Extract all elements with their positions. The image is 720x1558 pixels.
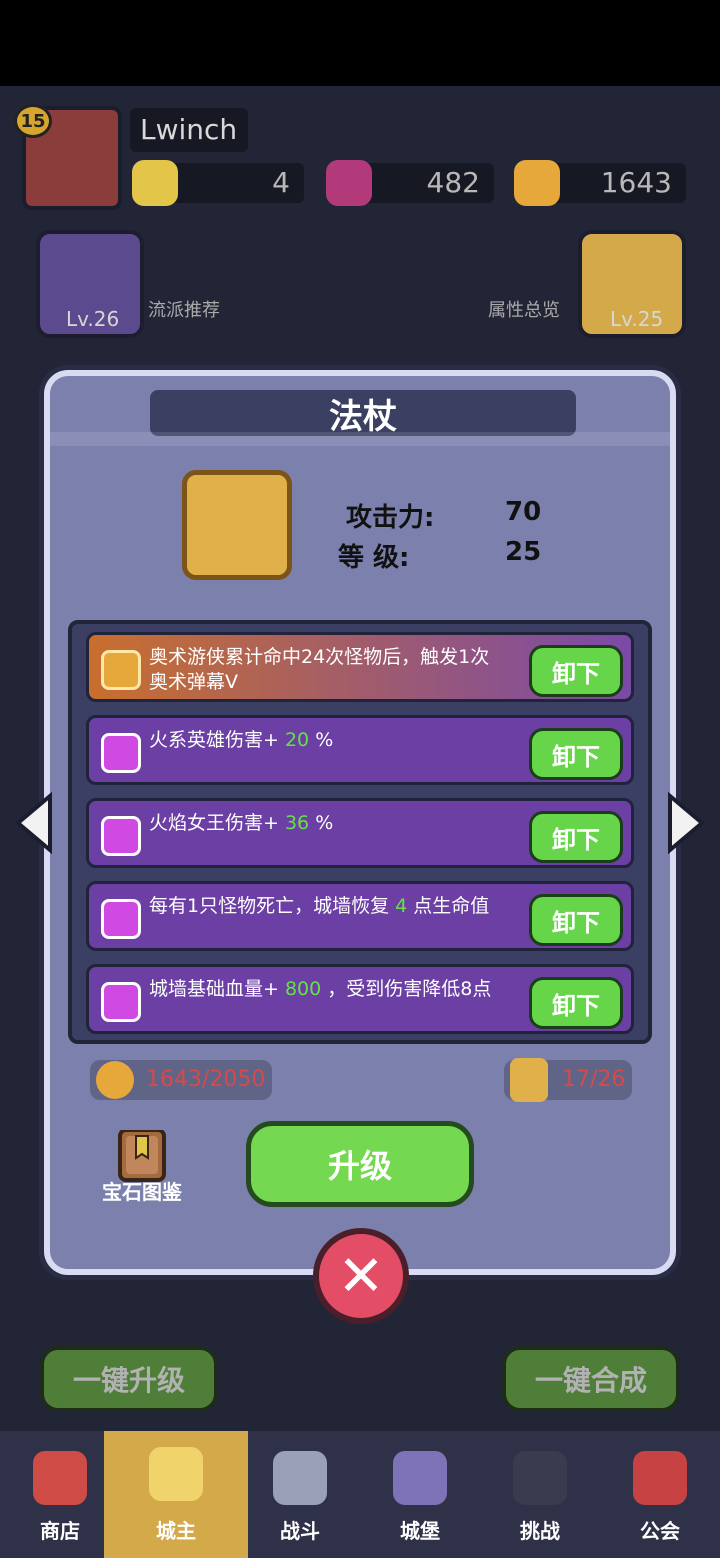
- ability-text: 火焰女王伤害+ 36 %: [149, 811, 501, 836]
- tab-shop[interactable]: 商店: [0, 1431, 120, 1558]
- resource-value: 4: [272, 166, 290, 199]
- modal-title: 法杖: [150, 390, 576, 437]
- level-label: 等 级:: [338, 543, 410, 573]
- ability-text-prefix: 城墙基础血量+: [149, 978, 279, 1000]
- resource-value: 482: [426, 166, 480, 199]
- ability-text-suffix: %: [315, 729, 334, 751]
- coin-icon: [96, 1061, 134, 1099]
- ability-text: 城墙基础血量+ 800 ，受到伤害降低8点: [149, 977, 501, 1002]
- bottom-tab-bar: 商店 城主 战斗 城堡 挑战 公会: [0, 1431, 720, 1558]
- scroll-icon: [510, 1058, 548, 1102]
- tab-guild[interactable]: 公会: [600, 1431, 720, 1558]
- ability-text-value: 4: [395, 895, 408, 917]
- close-button[interactable]: ✕: [313, 1228, 409, 1324]
- ability-row: 每有1只怪物死亡，城墙恢复 4 点生命值 卸下: [86, 881, 634, 951]
- player-level-badge: 15: [14, 104, 52, 138]
- ability-text-value: 20: [284, 729, 310, 751]
- resource-value: 1643: [600, 166, 672, 199]
- prev-item-button[interactable]: [12, 791, 54, 855]
- ability-row: 火系英雄伤害+ 20 % 卸下: [86, 715, 634, 785]
- ability-text-suffix: ，受到伤害降低8点: [327, 978, 492, 1000]
- tab-label: 战斗: [280, 1519, 320, 1543]
- close-icon: ✕: [337, 1243, 385, 1309]
- unequip-button[interactable]: 卸下: [529, 811, 623, 863]
- tab-challenge[interactable]: 挑战: [480, 1431, 600, 1558]
- level-value: 25: [505, 537, 542, 567]
- pentagon-gem-icon: [101, 733, 141, 773]
- modal-header-divider: [50, 432, 670, 446]
- tab-label: 公会: [640, 1519, 680, 1543]
- ability-row: 奥术游侠累计命中24次怪物后，触发1次奥术弹幕V 卸下: [86, 632, 634, 702]
- shop-icon: [33, 1451, 87, 1505]
- swirl-gem-icon: [101, 899, 141, 939]
- coin-icon[interactable]: [514, 160, 560, 206]
- school-recommend-label[interactable]: 流派推荐: [148, 296, 220, 322]
- tab-battle[interactable]: 战斗: [240, 1431, 360, 1558]
- attack-label: 攻击力:: [346, 503, 435, 533]
- tab-label: 城主: [156, 1519, 196, 1543]
- unequip-button[interactable]: 卸下: [529, 977, 623, 1029]
- next-item-button[interactable]: [666, 791, 708, 855]
- purple-gem-icon[interactable]: [326, 160, 372, 206]
- one-click-combine-button[interactable]: 一键合成: [502, 1346, 680, 1412]
- ability-text: 奥术游侠累计命中24次怪物后，触发1次奥术弹幕V: [149, 645, 501, 695]
- left-equipment-level: Lv.26: [66, 307, 120, 331]
- attributes-overview-label[interactable]: 属性总览: [488, 296, 560, 322]
- pentagon-gem-icon: [101, 816, 141, 856]
- ability-text: 火系英雄伤害+ 20 %: [149, 728, 501, 753]
- unequip-button[interactable]: 卸下: [529, 894, 623, 946]
- gem-book-label[interactable]: 宝石图鉴: [92, 1176, 192, 1205]
- ability-text-suffix: %: [315, 812, 334, 834]
- swords-icon: [273, 1451, 327, 1505]
- ability-text: 每有1只怪物死亡，城墙恢复 4 点生命值: [149, 894, 501, 919]
- demon-mask-icon: [513, 1451, 567, 1505]
- unequip-button[interactable]: 卸下: [529, 645, 623, 697]
- staff-icon: [182, 470, 292, 580]
- unequip-button[interactable]: 卸下: [529, 728, 623, 780]
- pentagon-gem-icon: [101, 982, 141, 1022]
- tab-castle[interactable]: 城堡: [360, 1431, 480, 1558]
- tab-label: 商店: [40, 1519, 80, 1543]
- tab-label: 城堡: [400, 1519, 440, 1543]
- tab-label: 挑战: [520, 1519, 560, 1543]
- castle-icon: [393, 1451, 447, 1505]
- right-equipment-level: Lv.25: [610, 307, 664, 331]
- status-bar-area: [0, 0, 720, 86]
- ability-text-prefix: 每有1只怪物死亡，城墙恢复: [149, 895, 390, 917]
- gold-gem-icon[interactable]: [132, 160, 178, 206]
- ability-text-prefix: 奥术游侠累计命中24次怪物后，触发1次奥术弹幕V: [149, 646, 490, 693]
- attack-value: 70: [505, 497, 542, 527]
- ability-row: 城墙基础血量+ 800 ，受到伤害降低8点 卸下: [86, 964, 634, 1034]
- ability-row: 火焰女王伤害+ 36 % 卸下: [86, 798, 634, 868]
- upgrade-cost-text: 1643/2050: [146, 1067, 266, 1092]
- upgrade-button[interactable]: 升级: [246, 1121, 474, 1207]
- ability-text-suffix: 点生命值: [413, 895, 490, 917]
- tab-lord[interactable]: 城主: [104, 1431, 248, 1558]
- ability-text-prefix: 火系英雄伤害+: [149, 729, 279, 751]
- ability-text-value: 36: [284, 812, 310, 834]
- arcane-ability-icon: [101, 650, 141, 690]
- staff-shards-text: 17/26: [562, 1067, 626, 1092]
- ability-text-value: 800: [284, 978, 322, 1000]
- crown-icon: [149, 1447, 203, 1501]
- ability-text-prefix: 火焰女王伤害+: [149, 812, 279, 834]
- guild-banner-icon: [633, 1451, 687, 1505]
- player-name: Lwinch: [130, 108, 248, 152]
- one-click-upgrade-button[interactable]: 一键升级: [40, 1346, 218, 1412]
